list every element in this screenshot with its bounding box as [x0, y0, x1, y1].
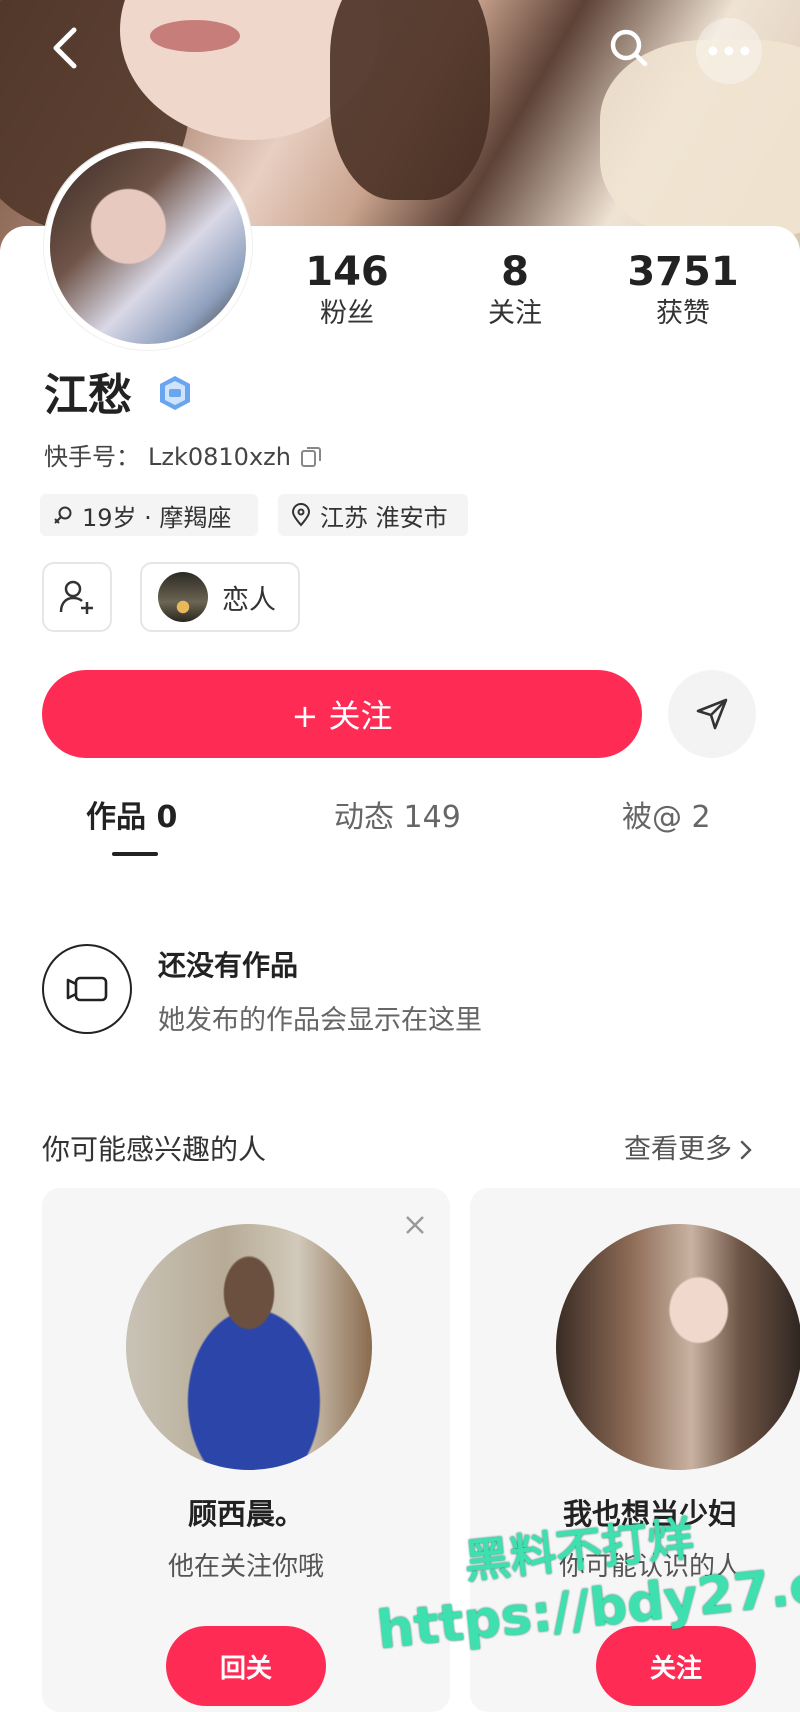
send-message-button[interactable] — [668, 670, 756, 758]
stat-followers-label: 粉丝 — [320, 298, 374, 329]
gender-female-icon — [54, 506, 72, 524]
close-icon[interactable] — [400, 1210, 430, 1240]
age-sign-tag: 19岁 · 摩羯座 — [40, 494, 258, 536]
recommend-avatar[interactable] — [126, 1224, 372, 1470]
back-button[interactable] — [32, 14, 100, 82]
empty-state-title: 还没有作品 — [158, 949, 299, 982]
profile-name: 江愁 — [44, 370, 132, 421]
more-button[interactable] — [696, 18, 762, 84]
stat-likes[interactable]: 3751 获赞 — [608, 248, 758, 332]
empty-works-icon-wrap — [42, 944, 132, 1034]
recommend-avatar[interactable] — [556, 1224, 800, 1470]
location-pin-icon — [291, 503, 311, 527]
relation-chip[interactable]: 恋人 — [140, 562, 300, 632]
stat-following-label: 关注 — [488, 298, 542, 329]
relation-avatar — [158, 572, 208, 622]
tab-underline — [112, 852, 158, 856]
chevron-right-icon — [740, 1140, 752, 1160]
stat-following-value: 8 — [501, 249, 529, 295]
relation-label: 恋人 — [222, 584, 276, 616]
chevron-left-icon — [53, 27, 77, 69]
stat-likes-value: 3751 — [627, 249, 739, 295]
stat-followers[interactable]: 146 粉丝 — [272, 248, 422, 332]
tab-works[interactable]: 作品 0 — [86, 796, 177, 840]
avatar[interactable] — [44, 142, 252, 350]
empty-state-subtitle: 她发布的作品会显示在这里 — [158, 1005, 482, 1036]
kuaishou-id-value: Lzk0810xzh — [148, 443, 291, 471]
stat-likes-label: 获赞 — [656, 298, 710, 329]
age-sign-text: 19岁 · 摩羯座 — [82, 503, 232, 532]
copy-icon[interactable] — [299, 445, 323, 469]
kuaishou-id-label: 快手号： — [44, 443, 140, 471]
add-user-icon — [59, 580, 93, 614]
add-friend-button[interactable] — [42, 562, 112, 632]
see-more-label: 查看更多 — [624, 1134, 732, 1165]
search-icon — [610, 29, 648, 67]
location-text: 江苏 淮安市 — [320, 503, 448, 532]
see-more-link[interactable]: 查看更多 — [624, 1130, 754, 1170]
video-camera-icon — [66, 976, 108, 1002]
tab-mentions[interactable]: 被@ 2 — [622, 796, 711, 840]
recommend-follow-button[interactable]: 关注 — [596, 1626, 756, 1706]
stat-following[interactable]: 8 关注 — [440, 248, 590, 332]
stat-followers-value: 146 — [305, 249, 389, 295]
follow-button[interactable]: + 关注 — [42, 670, 642, 758]
follow-back-button[interactable]: 回关 — [166, 1626, 326, 1706]
kuaishou-id-row: 快手号： Lzk0810xzh — [44, 440, 323, 474]
recommendations-title: 你可能感兴趣的人 — [42, 1133, 267, 1166]
follow-button-label: + 关注 — [291, 697, 393, 735]
search-button[interactable] — [595, 14, 663, 82]
tab-moments[interactable]: 动态 149 — [334, 796, 461, 840]
recommend-name: 顾西晨。 — [187, 1497, 304, 1531]
send-icon — [696, 698, 728, 730]
more-dots-icon — [708, 46, 750, 56]
verified-badge-icon — [160, 376, 190, 410]
location-tag: 江苏 淮安市 — [278, 494, 468, 536]
